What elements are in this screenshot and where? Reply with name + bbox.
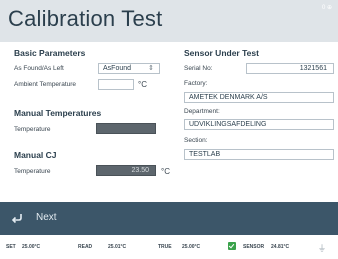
corner-text: 0 ⊕ xyxy=(321,5,332,11)
ambient-temperature-input[interactable] xyxy=(98,79,134,90)
sensor-value: 24.81°C xyxy=(271,244,290,250)
footer-bar: Next xyxy=(0,202,338,235)
as-found-value: AsFound xyxy=(103,65,132,72)
corner-indicator: 0 ⊕ xyxy=(322,4,332,11)
read-value: 25.01°C xyxy=(108,244,127,250)
manual-temperature-input[interactable] xyxy=(96,123,156,134)
manual-temperatures-heading: Manual Temperatures xyxy=(14,108,102,118)
read-label: READ xyxy=(78,244,93,250)
sensor-under-test-heading: Sensor Under Test xyxy=(184,48,259,58)
title-bar: Calibration Test 0 ⊕ xyxy=(0,0,338,42)
plug-icon: ⏚ xyxy=(318,244,326,253)
true-value: 25.00°C xyxy=(182,244,201,250)
cj-unit: °C xyxy=(161,167,170,176)
ambient-temperature-label: Ambient Temperature xyxy=(14,81,77,88)
factory-input[interactable]: AMETEK DENMARK A/S xyxy=(184,92,334,103)
select-arrow-icon: ⇕ xyxy=(148,65,154,72)
cj-temperature-label: Temperature xyxy=(14,168,51,175)
page-title: Calibration Test xyxy=(8,6,163,31)
basic-parameters-heading: Basic Parameters xyxy=(14,48,86,58)
next-button[interactable]: Next xyxy=(36,212,57,223)
cj-temperature-input[interactable]: 23.50 xyxy=(96,165,156,176)
department-label: Department: xyxy=(184,108,220,115)
set-label: SET xyxy=(6,244,16,250)
back-arrow-icon[interactable] xyxy=(10,211,24,225)
department-input[interactable]: UDVIKLINGSAFDELING xyxy=(184,119,334,130)
serial-input[interactable]: 1321561 xyxy=(246,63,334,74)
ambient-unit: °C xyxy=(138,80,147,89)
status-bar: SET 25.00°C READ 25.01°C TRUE 25.00°C SE… xyxy=(0,235,338,259)
as-found-label: As Found/As Left xyxy=(14,65,64,72)
set-value: 25.00°C xyxy=(22,244,41,250)
manual-cj-heading: Manual CJ xyxy=(14,150,57,160)
manual-temperature-label: Temperature xyxy=(14,126,51,133)
true-label: TRUE xyxy=(158,244,172,250)
sensor-label: SENSOR xyxy=(243,244,265,250)
section-input[interactable]: TESTLAB xyxy=(184,149,334,160)
content-area: Basic Parameters As Found/As Left AsFoun… xyxy=(0,42,338,202)
serial-label: Serial No: xyxy=(184,65,213,72)
factory-label: Factory: xyxy=(184,80,208,87)
calibration-test-screen: Calibration Test 0 ⊕ Basic Parameters As… xyxy=(0,0,338,259)
as-found-select[interactable]: AsFound ⇕ xyxy=(98,63,160,74)
section-label: Section: xyxy=(184,137,208,144)
checkmark-icon xyxy=(228,242,236,250)
